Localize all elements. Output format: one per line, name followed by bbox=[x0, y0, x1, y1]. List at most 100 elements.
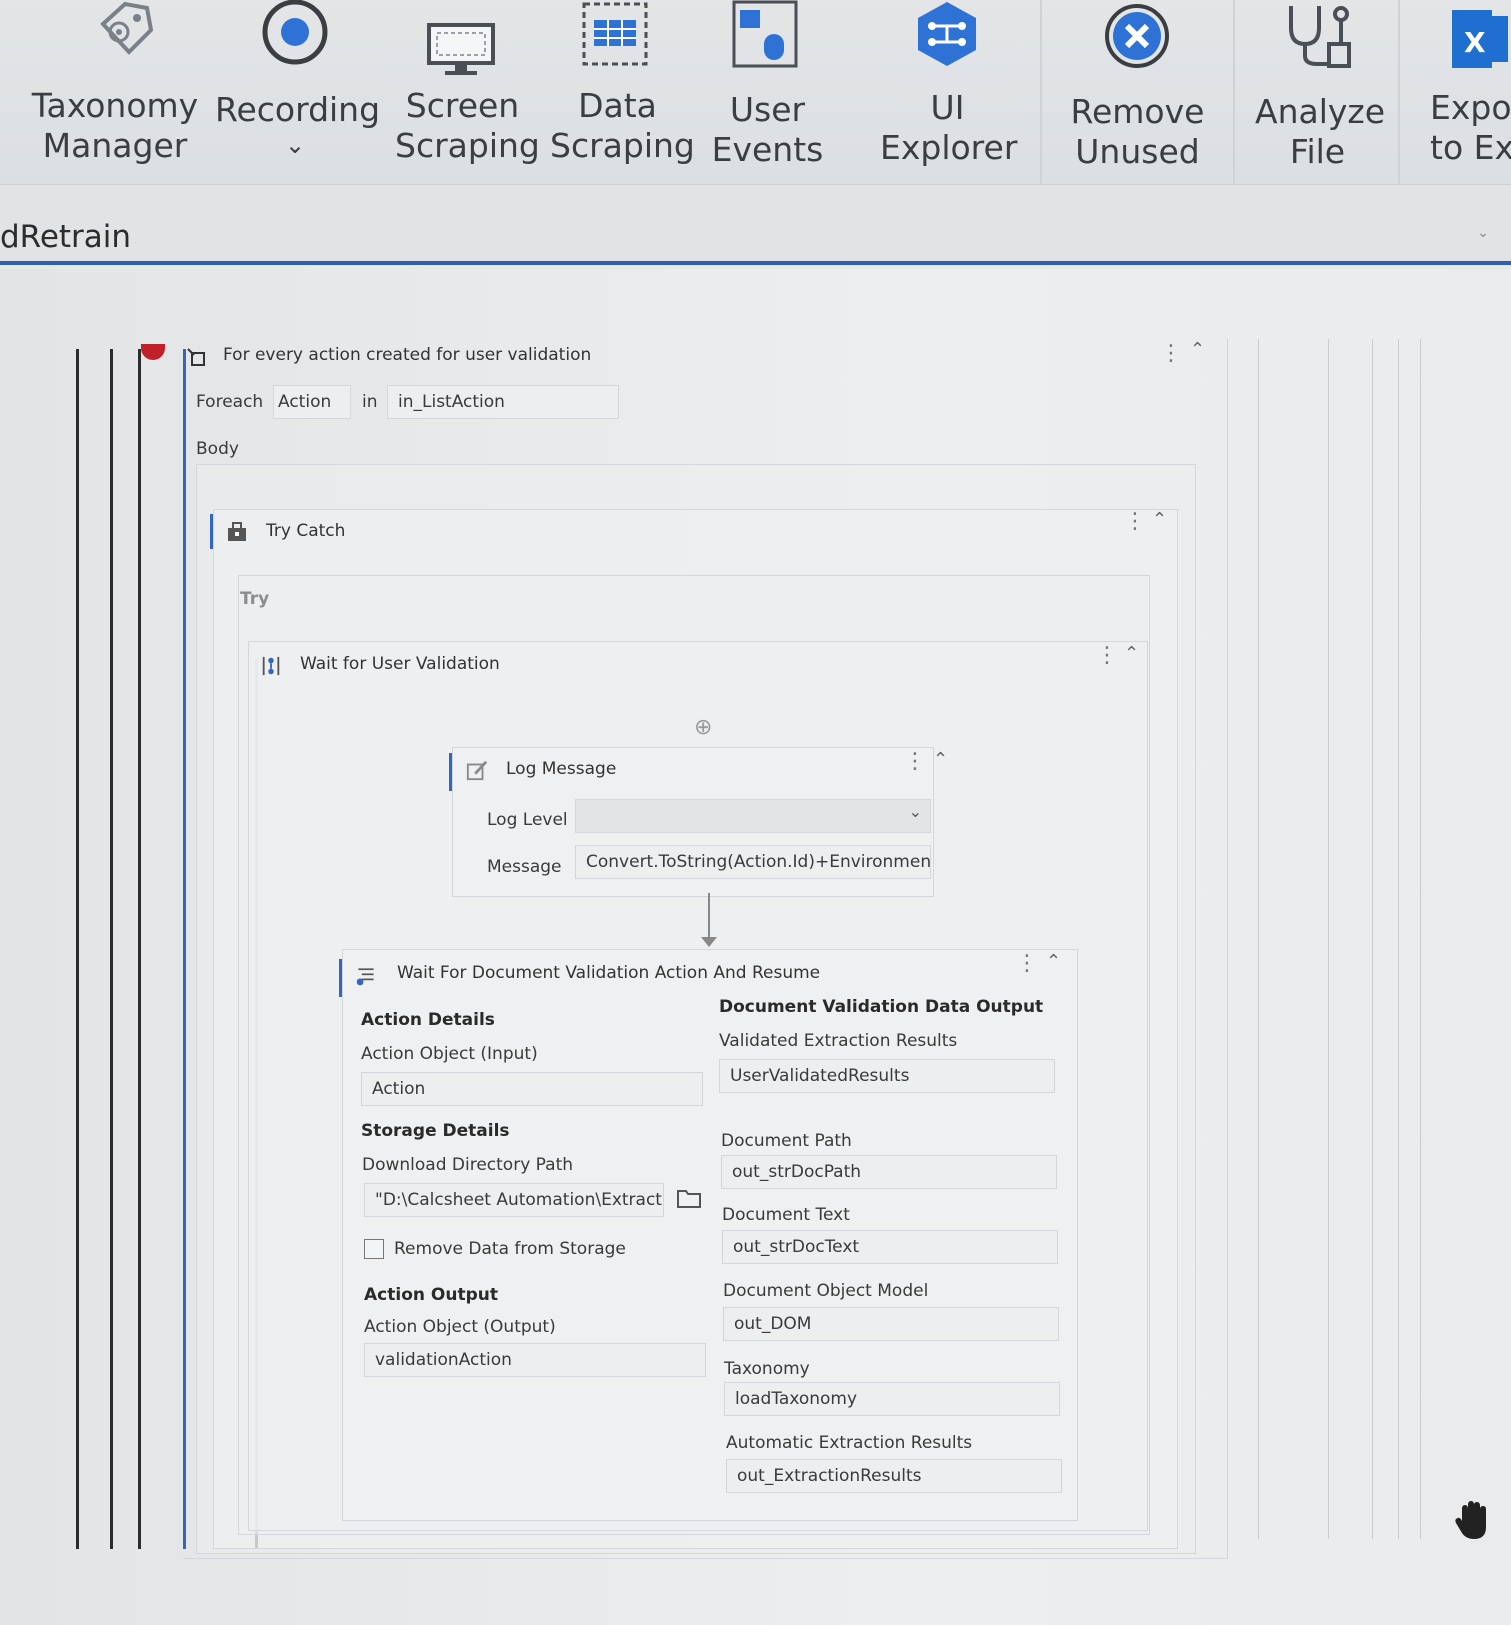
recording-label: Recording bbox=[215, 90, 381, 129]
log-level-dropdown[interactable]: ⌄ bbox=[575, 799, 931, 833]
document-object-model-label: Document Object Model bbox=[723, 1281, 929, 1301]
action-object-output-label: Action Object (Output) bbox=[364, 1317, 556, 1337]
document-object-model-field[interactable]: out_DOM bbox=[723, 1307, 1059, 1341]
message-label: Message bbox=[487, 857, 562, 877]
export-label-1: Expor bbox=[1430, 88, 1511, 127]
action-object-output-field[interactable]: validationAction bbox=[364, 1343, 706, 1377]
automatic-extraction-field[interactable]: out_ExtractionResults bbox=[726, 1459, 1062, 1493]
wait-for-user-validation-title: Wait for User Validation bbox=[300, 654, 500, 674]
ribbon-toolbar: Taxonomy Manager Recording ⌄ Screen Scra… bbox=[0, 0, 1511, 204]
record-icon bbox=[262, 0, 328, 65]
taxonomy-label: Taxonomy bbox=[724, 1359, 810, 1379]
parallel-icon bbox=[262, 656, 280, 676]
ui-explorer-label-2: Explorer bbox=[880, 128, 1018, 167]
chevron-down-icon: ⌄ bbox=[284, 131, 306, 159]
foreach-label: Foreach bbox=[196, 392, 264, 412]
more-options-icon[interactable]: ⋮ bbox=[1124, 509, 1146, 534]
remove-data-checkbox[interactable] bbox=[364, 1239, 384, 1259]
guide-line bbox=[1420, 339, 1421, 1539]
document-validation-icon bbox=[356, 968, 374, 986]
guide-line bbox=[1372, 339, 1373, 1539]
remove-data-label: Remove Data from Storage bbox=[394, 1239, 626, 1259]
guide-line bbox=[1328, 339, 1329, 1539]
export-to-excel-button[interactable]: X Expor to Exc bbox=[1420, 0, 1511, 185]
action-object-input-label: Action Object (Input) bbox=[361, 1044, 538, 1064]
automatic-extraction-label: Automatic Extraction Results bbox=[726, 1433, 973, 1453]
nesting-line bbox=[138, 349, 141, 1549]
validated-results-field[interactable]: UserValidatedResults bbox=[719, 1059, 1055, 1093]
stethoscope-icon bbox=[1289, 6, 1351, 68]
doc-validation-output-heading: Document Validation Data Output bbox=[719, 997, 1044, 1017]
svg-text:X: X bbox=[1464, 26, 1486, 59]
try-catch-icon bbox=[228, 522, 246, 541]
taxonomy-field[interactable]: loadTaxonomy bbox=[724, 1382, 1060, 1416]
collapse-icon[interactable]: ⌃ bbox=[1190, 339, 1205, 360]
storage-details-heading: Storage Details bbox=[361, 1121, 510, 1141]
try-catch-title: Try Catch bbox=[266, 521, 346, 541]
ui-explorer-button[interactable]: UI Explorer bbox=[880, 0, 1018, 185]
user-events-button[interactable]: User Events⌄ bbox=[705, 0, 830, 202]
nesting-line bbox=[76, 349, 79, 1549]
document-text-field[interactable]: out_strDocText bbox=[722, 1230, 1058, 1264]
download-path-label: Download Directory Path bbox=[362, 1155, 574, 1175]
recording-button[interactable]: Recording ⌄ bbox=[215, 0, 381, 185]
more-options-icon[interactable]: ⋮ bbox=[1160, 341, 1182, 366]
document-tab-title[interactable]: dRetrain bbox=[0, 219, 131, 255]
chevron-down-icon[interactable]: ⌄ bbox=[1477, 225, 1489, 241]
action-output-heading: Action Output bbox=[364, 1285, 498, 1305]
flow-connector bbox=[708, 893, 710, 941]
document-path-field[interactable]: out_strDocPath bbox=[721, 1155, 1057, 1189]
foreach-collection-field[interactable]: in_ListAction bbox=[387, 385, 619, 419]
analyze-file-button[interactable]: Analyze File⌄ bbox=[1255, 0, 1386, 204]
action-object-input-field[interactable]: Action bbox=[361, 1072, 703, 1106]
screen-scraping-label-2: Scraping bbox=[395, 126, 540, 165]
in-label: in bbox=[362, 392, 378, 412]
tag-gear-icon bbox=[100, 1, 154, 55]
nesting-line bbox=[110, 349, 113, 1549]
data-scraping-label-2: Scraping bbox=[550, 126, 695, 165]
remove-unused-button[interactable]: Remove Unused⌄ bbox=[1065, 0, 1210, 204]
user-events-label-1: User bbox=[729, 90, 806, 129]
hexagon-network-icon bbox=[918, 2, 976, 66]
collapse-icon[interactable]: ⌃ bbox=[1124, 643, 1139, 664]
collapse-icon[interactable]: ⌃ bbox=[1152, 509, 1167, 530]
collapse-icon[interactable]: ⌃ bbox=[1046, 951, 1061, 972]
screen-scraping-button[interactable]: Screen Scraping bbox=[395, 0, 540, 185]
log-pencil-icon bbox=[466, 760, 488, 781]
document-text-label: Document Text bbox=[722, 1205, 850, 1225]
guide-line bbox=[1398, 339, 1399, 1539]
folder-icon[interactable] bbox=[674, 1183, 704, 1213]
log-level-label: Log Level bbox=[487, 810, 568, 830]
analyze-file-label-1: Analyze bbox=[1255, 92, 1386, 131]
analyze-file-label-2: File bbox=[1289, 132, 1346, 171]
breakpoint-icon[interactable] bbox=[141, 344, 165, 360]
message-field[interactable]: Convert.ToString(Action.Id)+Environment.… bbox=[575, 845, 931, 879]
add-activity-icon[interactable]: ⊕ bbox=[694, 715, 712, 740]
monitor-icon bbox=[427, 23, 495, 75]
remove-circle-icon bbox=[1105, 4, 1169, 68]
validated-results-label: Validated Extraction Results bbox=[719, 1031, 958, 1051]
more-options-icon[interactable]: ⋮ bbox=[1016, 951, 1038, 976]
collapse-icon[interactable]: ⌃ bbox=[933, 749, 948, 770]
chevron-down-icon: ⌄ bbox=[908, 802, 922, 821]
more-options-icon[interactable]: ⋮ bbox=[904, 749, 926, 774]
taxonomy-manager-button[interactable]: Taxonomy Manager bbox=[30, 0, 200, 185]
foreach-title: For every action created for user valida… bbox=[223, 345, 592, 365]
excel-icon: X bbox=[1452, 10, 1508, 68]
designer-canvas: For every action created for user valida… bbox=[0, 269, 1511, 1625]
log-message-title: Log Message bbox=[506, 759, 617, 779]
export-label-2: to Exc bbox=[1430, 128, 1511, 167]
body-label: Body bbox=[196, 439, 239, 459]
download-path-field[interactable]: "D:\Calcsheet Automation\Extractic bbox=[364, 1183, 664, 1217]
data-scraping-button[interactable]: Data Scraping bbox=[550, 0, 695, 185]
foreach-item-field[interactable]: Action bbox=[273, 385, 351, 419]
taxonomy-manager-label-1: Taxonomy bbox=[31, 86, 199, 125]
user-events-label-2: Events bbox=[711, 130, 824, 169]
screen-scraping-label-1: Screen bbox=[405, 86, 520, 125]
foreach-icon bbox=[187, 348, 205, 366]
document-path-label: Document Path bbox=[721, 1131, 852, 1151]
taxonomy-manager-label-2: Manager bbox=[42, 126, 188, 165]
mouse-click-icon bbox=[732, 0, 798, 68]
more-options-icon[interactable]: ⋮ bbox=[1096, 643, 1118, 668]
wait-document-validation-title: Wait For Document Validation Action And … bbox=[397, 963, 821, 983]
